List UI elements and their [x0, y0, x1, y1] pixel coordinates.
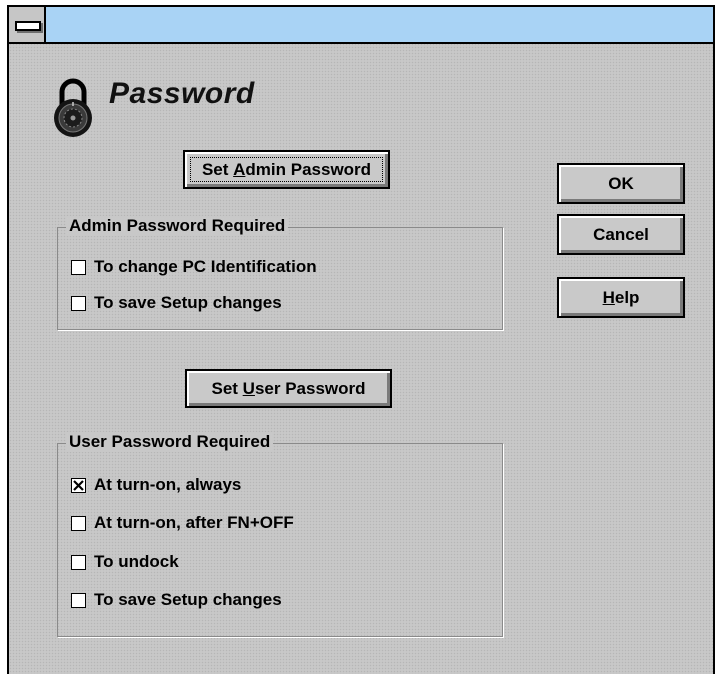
system-menu-icon: [15, 21, 41, 31]
system-menu-button[interactable]: [9, 7, 46, 42]
checkbox-label: At turn-on, after FN+OFF: [94, 513, 294, 532]
checkbox-box: [71, 295, 86, 311]
checkbox-label: To undock: [94, 552, 179, 571]
set-admin-password-label-post: dmin Password: [245, 159, 372, 179]
checkbox-box: [71, 592, 86, 608]
checkbox-user-save-setup-changes[interactable]: To save Setup changes: [71, 590, 282, 610]
help-button[interactable]: Help: [557, 277, 685, 318]
admin-password-required-group: Admin Password Required: [57, 216, 503, 330]
set-admin-password-button[interactable]: Set Admin Password: [183, 150, 390, 189]
checkbox-at-turn-on-always[interactable]: At turn-on, always: [71, 475, 241, 495]
checkbox-box: [71, 515, 86, 531]
checkbox-label: To save Setup changes: [94, 293, 282, 312]
ok-button[interactable]: OK: [557, 163, 685, 204]
help-label-post: elp: [614, 287, 640, 307]
set-user-password-label-post: ser Password: [254, 378, 366, 398]
set-user-password-button[interactable]: Set User Password: [185, 369, 392, 408]
set-user-password-label-pre: Set: [211, 378, 243, 398]
ok-button-label: OK: [608, 173, 634, 193]
set-admin-password-accel: A: [233, 159, 246, 179]
checkbox-label: To change PC Identification: [94, 257, 317, 276]
title-bar: [9, 7, 713, 44]
cancel-button[interactable]: Cancel: [557, 214, 685, 255]
help-accel: H: [602, 287, 615, 307]
dialog-title: Password: [109, 77, 255, 110]
checkbox-box: [71, 554, 86, 570]
x-checkmark-icon: [73, 479, 84, 491]
user-group-label: User Password Required: [66, 432, 274, 452]
checkbox-box: [71, 477, 86, 493]
checkbox-change-pc-identification[interactable]: To change PC Identification: [71, 257, 317, 277]
admin-group-label: Admin Password Required: [66, 216, 289, 236]
set-user-password-accel: U: [242, 378, 255, 398]
cancel-button-label: Cancel: [593, 224, 649, 244]
checkbox-box: [71, 259, 86, 275]
padlock-icon: [54, 78, 92, 137]
set-admin-password-label-pre: Set: [201, 159, 234, 179]
checkbox-to-undock[interactable]: To undock: [71, 552, 179, 572]
password-dialog: Password Set Admin Password Admin Passwo…: [7, 5, 715, 674]
checkbox-label: To save Setup changes: [94, 590, 282, 609]
checkbox-label: At turn-on, always: [94, 475, 242, 494]
checkbox-admin-save-setup-changes[interactable]: To save Setup changes: [71, 293, 282, 313]
checkbox-at-turn-on-after-fn-off[interactable]: At turn-on, after FN+OFF: [71, 513, 294, 533]
